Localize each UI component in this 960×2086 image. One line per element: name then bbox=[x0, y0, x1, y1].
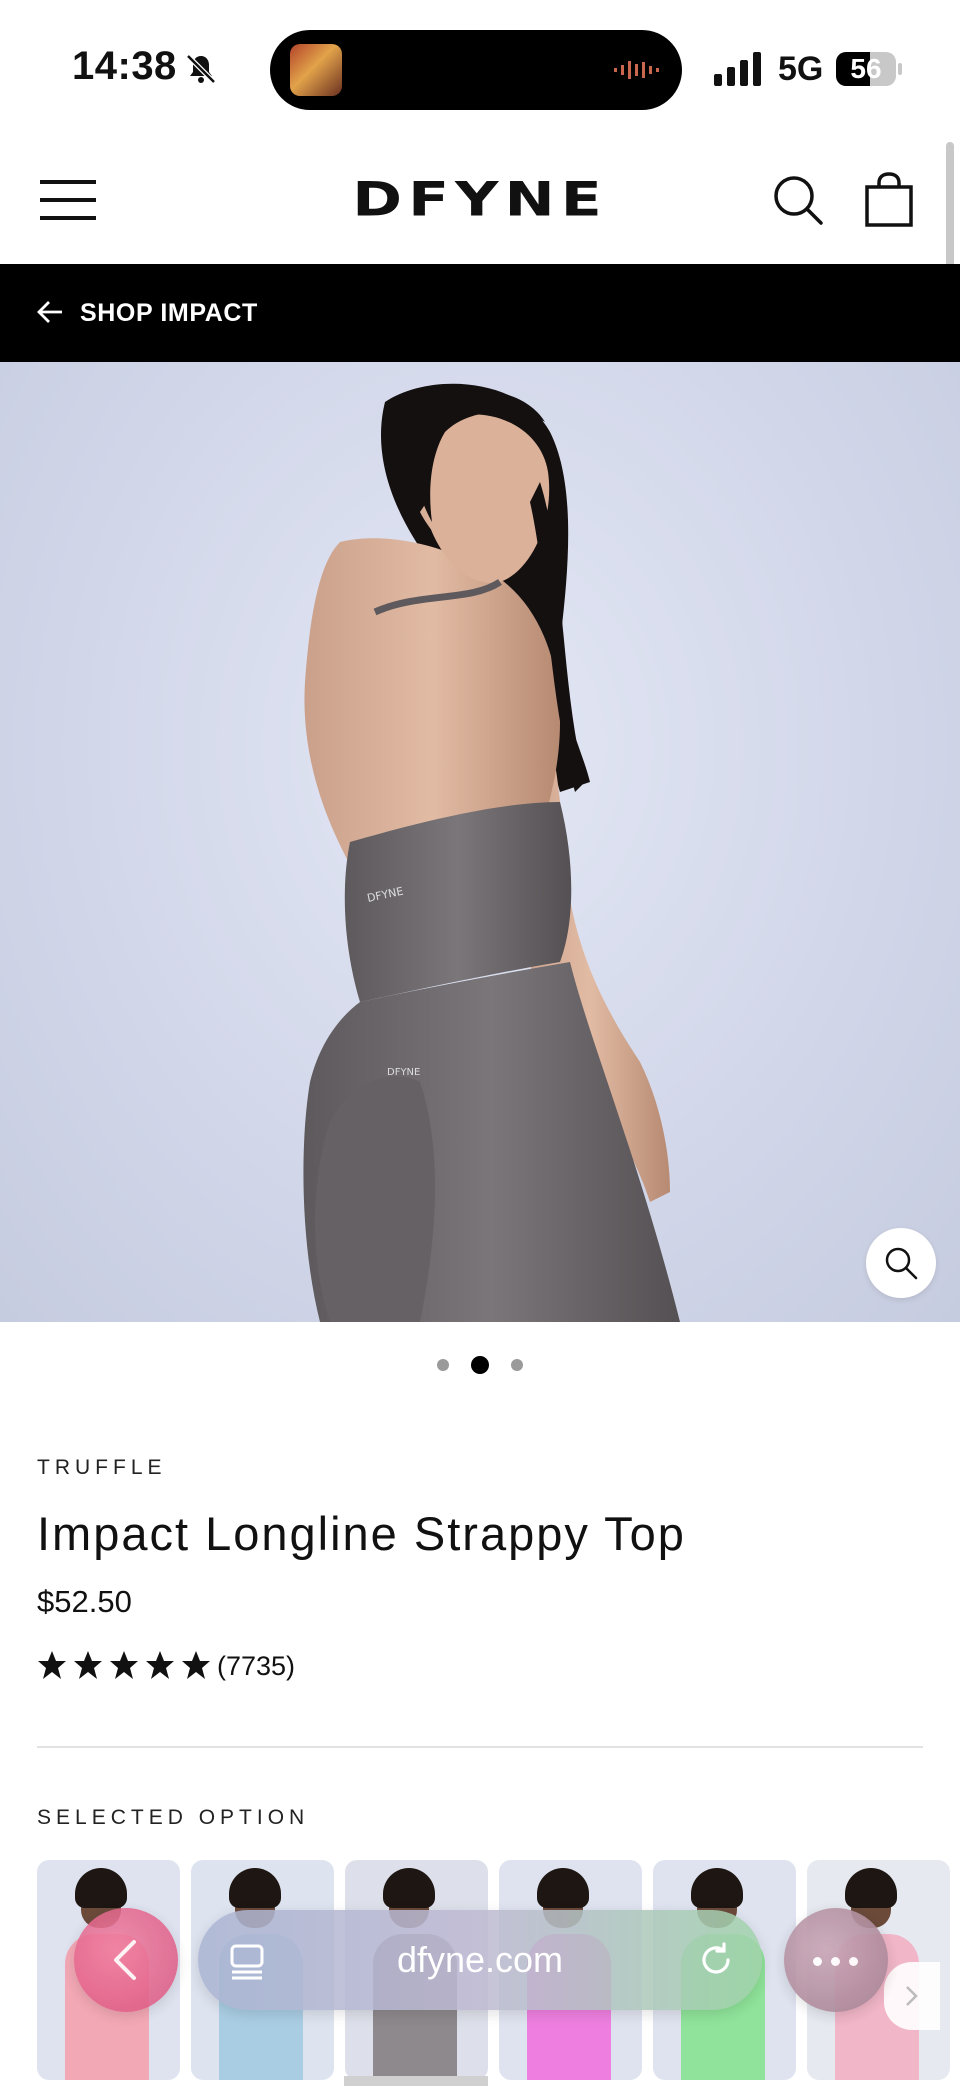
star-icon bbox=[110, 1651, 138, 1679]
pagination-dot[interactable] bbox=[511, 1359, 523, 1371]
divider bbox=[37, 1746, 923, 1748]
url-text[interactable]: dfyne.com bbox=[198, 1910, 762, 2010]
image-pagination[interactable] bbox=[0, 1356, 960, 1380]
shop-impact-link[interactable]: SHOP IMPACT bbox=[80, 264, 258, 362]
more-button[interactable] bbox=[784, 1908, 888, 2012]
star-icon bbox=[146, 1651, 174, 1679]
arrow-left-icon bbox=[37, 301, 62, 323]
status-time: 14:38 bbox=[72, 44, 177, 88]
product-image[interactable]: DFYNE DFYNE bbox=[0, 362, 960, 1322]
audio-wave-icon bbox=[614, 61, 659, 79]
reload-icon[interactable] bbox=[696, 1940, 736, 1980]
more-icon bbox=[813, 1957, 822, 1966]
search-icon[interactable] bbox=[772, 174, 824, 226]
star-icon bbox=[182, 1651, 210, 1679]
chevron-right-icon bbox=[906, 1986, 918, 2006]
star-icon bbox=[74, 1651, 102, 1679]
signal-icon bbox=[714, 52, 761, 86]
site-header: DFYNE bbox=[0, 140, 960, 264]
hamburger-menu-icon[interactable] bbox=[40, 180, 96, 220]
star-icon bbox=[38, 1651, 66, 1679]
product-price: $52.50 bbox=[37, 1584, 132, 1619]
bell-slash-icon bbox=[186, 54, 216, 84]
waistband-logo: DFYNE bbox=[387, 1067, 420, 1078]
battery-level: 56 bbox=[850, 53, 882, 84]
battery-icon: 56 bbox=[836, 52, 902, 86]
swatch-carousel-next[interactable] bbox=[884, 1962, 940, 2030]
pagination-dot[interactable] bbox=[471, 1356, 489, 1374]
media-thumbnail bbox=[290, 44, 342, 96]
shop-collection-bar[interactable]: SHOP IMPACT bbox=[0, 264, 960, 362]
pagination-dot[interactable] bbox=[437, 1359, 449, 1371]
network-type: 5G bbox=[778, 50, 824, 88]
selected-option-label: SELECTED OPTION bbox=[37, 1806, 310, 1829]
browser-url-bar[interactable]: dfyne.com bbox=[198, 1910, 762, 2010]
zoom-button[interactable] bbox=[866, 1228, 936, 1298]
status-bar: 14:38 5G 56 bbox=[0, 0, 960, 140]
shopping-bag-icon[interactable] bbox=[864, 172, 914, 228]
browser-back-button[interactable] bbox=[74, 1908, 178, 2012]
model-figure: DFYNE DFYNE bbox=[303, 383, 680, 1322]
review-count[interactable]: (7735) bbox=[217, 1650, 295, 1682]
product-title: Impact Longline Strappy Top bbox=[37, 1507, 686, 1560]
site-logo[interactable]: DFYNE bbox=[340, 170, 620, 229]
zoom-icon bbox=[885, 1247, 918, 1280]
chevron-left-icon bbox=[114, 1940, 136, 1980]
variant-name: TRUFFLE bbox=[37, 1456, 167, 1479]
selected-swatch-indicator bbox=[344, 2076, 488, 2086]
dynamic-island[interactable] bbox=[270, 30, 682, 110]
